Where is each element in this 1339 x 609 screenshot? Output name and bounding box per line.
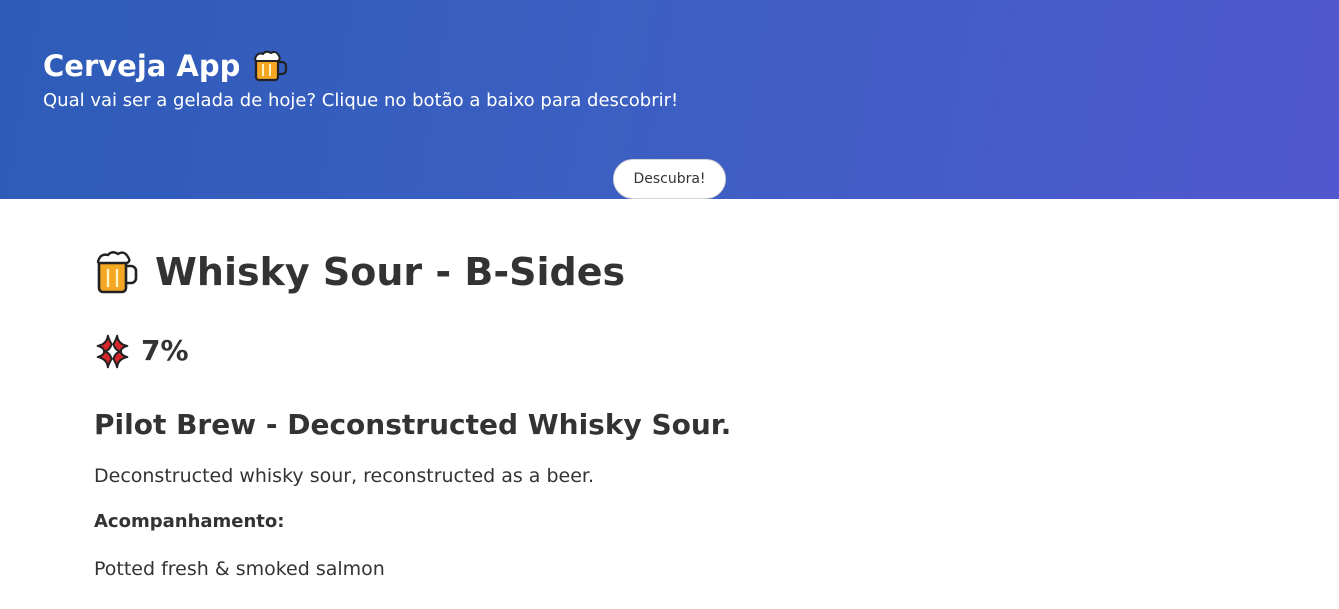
abv-text: 7%	[141, 334, 189, 367]
beer-name-heading: Whisky Sour - B-Sides	[94, 245, 625, 299]
beer-mug-icon	[94, 249, 140, 295]
beer-description: Deconstructed whisky sour, reconstructed…	[94, 465, 595, 487]
beer-name-text: Whisky Sour - B-Sides	[155, 250, 626, 294]
app-title: Cerveja App	[43, 48, 288, 84]
discover-button[interactable]: Descubra!	[613, 159, 726, 199]
abv-value: 7%	[94, 329, 189, 373]
beer-tagline: Pilot Brew - Deconstructed Whisky Sour.	[94, 408, 732, 441]
food-pairing-label: Acompanhamento:	[94, 511, 285, 532]
header-banner: Cerveja App Qual vai ser a gelada de hoj…	[0, 0, 1339, 199]
beer-mug-icon	[252, 50, 288, 82]
app-subtitle: Qual vai ser a gelada de hoje? Clique no…	[43, 90, 679, 111]
app-title-text: Cerveja App	[43, 49, 241, 83]
anger-symbol-icon	[94, 333, 131, 370]
food-pairing-item: Potted fresh & smoked salmon	[94, 558, 385, 580]
